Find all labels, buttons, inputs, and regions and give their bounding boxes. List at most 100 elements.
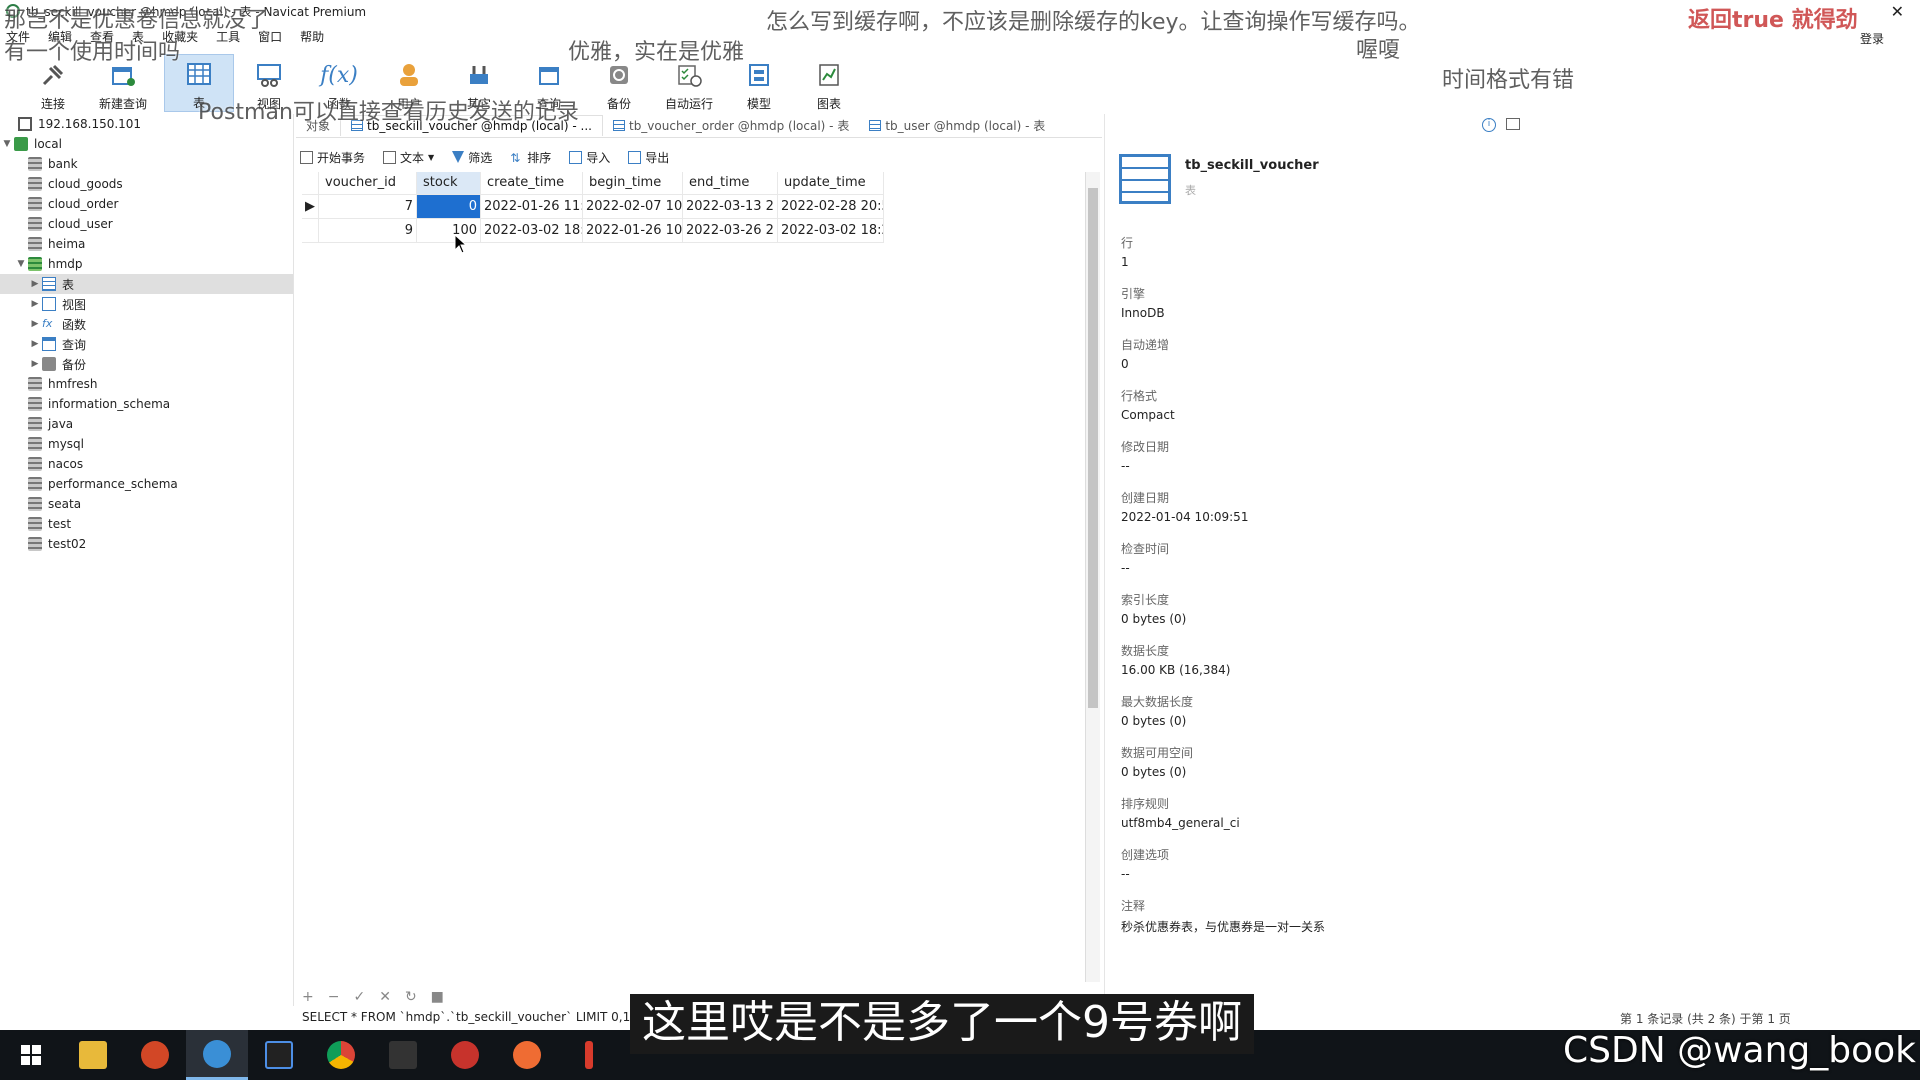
tree-hmdp-backups[interactable]: ▶ 备份 <box>0 354 293 374</box>
taskbar-postman[interactable] <box>496 1030 558 1080</box>
chevron-right-icon[interactable]: ▶ <box>28 359 42 369</box>
info-property-key: 索引长度 <box>1121 593 1170 607</box>
cell-create-time[interactable]: 2022-01-26 11: <box>480 194 583 219</box>
table-large-icon <box>1119 154 1171 204</box>
info-property-key: 引擎 <box>1121 287 1146 301</box>
info-icon[interactable]: i <box>1482 118 1496 132</box>
tree-local[interactable]: ▼ local <box>0 134 293 154</box>
tree-database[interactable]: seata <box>0 494 293 514</box>
taskbar-navicat[interactable] <box>186 1030 248 1080</box>
cell-stock[interactable]: 100 <box>416 218 481 243</box>
cell-end-time[interactable]: 2022-03-26 2 <box>682 218 778 243</box>
sort-button[interactable]: ⇅ 排序 <box>510 149 551 166</box>
tree-database[interactable]: cloud_order <box>0 194 293 214</box>
cell-end-time[interactable]: 2022-03-13 2 <box>682 194 778 219</box>
column-header[interactable]: stock <box>416 172 481 195</box>
cell-create-time[interactable]: 2022-03-02 18: <box>480 218 583 243</box>
text-button[interactable]: 文本 ▼ <box>383 149 434 166</box>
database-icon <box>28 217 42 231</box>
taskbar-file-explorer[interactable] <box>62 1030 124 1080</box>
export-button[interactable]: 导出 <box>628 149 669 166</box>
stop-icon[interactable]: ■ <box>431 989 444 1005</box>
tree-database[interactable]: test02 <box>0 534 293 554</box>
tree-database[interactable]: hmfresh <box>0 374 293 394</box>
filter-button[interactable]: 筛选 <box>452 149 492 166</box>
column-header[interactable]: begin_time <box>582 172 683 195</box>
video-subtitle: 这里哎是不是多了一个9号券啊 <box>630 994 1254 1054</box>
tree-db-hmdp[interactable]: ▼ hmdp <box>0 254 293 274</box>
tree-hmdp-tables[interactable]: ▶ 表 <box>0 274 293 294</box>
tab-user[interactable]: tb_user @hmdp (local) - 表 <box>859 114 1055 137</box>
info-property-key: 排序规则 <box>1121 797 1170 811</box>
table-row[interactable]: 9 100 2022-03-02 18: 2022-01-26 10 2022-… <box>302 218 884 243</box>
refresh-icon[interactable]: ↻ <box>405 989 417 1005</box>
tree-hmdp-functions[interactable]: ▶ fx 函数 <box>0 314 293 334</box>
chevron-right-icon[interactable]: ▶ <box>28 299 42 309</box>
cell-begin-time[interactable]: 2022-02-07 10 <box>582 194 683 219</box>
taskbar-powerpoint[interactable] <box>124 1030 186 1080</box>
column-header[interactable]: end_time <box>682 172 778 195</box>
delete-row-icon[interactable]: − <box>328 989 340 1005</box>
close-icon[interactable]: ✕ <box>1891 2 1904 21</box>
tab-voucher-order[interactable]: tb_voucher_order @hmdp (local) - 表 <box>603 114 859 137</box>
tree-database[interactable]: java <box>0 414 293 434</box>
row-marker-header <box>302 172 319 195</box>
tree-database[interactable]: information_schema <box>0 394 293 414</box>
info-property: 修改日期 -- <box>1121 438 1169 473</box>
taskbar-terminal[interactable] <box>372 1030 434 1080</box>
taskbar-redis[interactable] <box>434 1030 496 1080</box>
chart-button[interactable]: 图表 <box>794 54 864 112</box>
chevron-down-icon[interactable]: ▼ <box>0 139 14 149</box>
info-property: 行格式 Compact <box>1121 387 1175 422</box>
add-row-icon[interactable]: + <box>302 989 314 1005</box>
cell-begin-time[interactable]: 2022-01-26 10 <box>582 218 683 243</box>
tree-hmdp-views[interactable]: ▶ 视图 <box>0 294 293 314</box>
import-button[interactable]: 导入 <box>569 149 610 166</box>
database-label: java <box>48 417 74 431</box>
discard-icon[interactable]: ✕ <box>379 989 391 1005</box>
apply-icon[interactable]: ✓ <box>353 989 365 1005</box>
scrollbar-thumb[interactable] <box>1088 188 1098 708</box>
info-property: 创建日期 2022-01-04 10:09:51 <box>1121 489 1248 524</box>
chevron-right-icon[interactable]: ▶ <box>28 279 42 289</box>
tools-icon <box>465 61 493 89</box>
tree-database[interactable]: nacos <box>0 454 293 474</box>
info-property: 检查时间 -- <box>1121 540 1169 575</box>
chevron-right-icon[interactable]: ▶ <box>28 319 42 329</box>
cell-voucher-id[interactable]: 9 <box>318 218 417 243</box>
chevron-right-icon[interactable]: ▶ <box>28 339 42 349</box>
begin-transaction-label: 开始事务 <box>317 150 366 165</box>
table-row[interactable]: ▶ 7 0 2022-01-26 11: 2022-02-07 10 2022-… <box>302 194 884 219</box>
cell-stock[interactable]: 0 <box>416 194 481 219</box>
tree-hmdp-queries[interactable]: ▶ 查询 <box>0 334 293 354</box>
tree-database[interactable]: test <box>0 514 293 534</box>
taskbar-intellij[interactable] <box>248 1030 310 1080</box>
column-header[interactable]: voucher_id <box>318 172 417 195</box>
windows-start-button[interactable] <box>0 1030 62 1080</box>
column-header[interactable]: update_time <box>777 172 884 195</box>
taskbar-chrome[interactable] <box>310 1030 372 1080</box>
header-row: voucher_id stock create_time begin_time … <box>302 172 884 195</box>
ddl-icon[interactable] <box>1506 118 1520 130</box>
database-label: bank <box>48 157 78 171</box>
tree-database[interactable]: performance_schema <box>0 474 293 494</box>
cell-update-time[interactable]: 2022-02-28 20:5 <box>777 194 884 219</box>
info-property-key: 创建日期 <box>1121 491 1170 505</box>
tree-database[interactable]: mysql <box>0 434 293 454</box>
cell-update-time[interactable]: 2022-03-02 18:2 <box>777 218 884 243</box>
grid-vertical-scrollbar[interactable] <box>1086 172 1100 982</box>
data-grid: voucher_id stock create_time begin_time … <box>302 172 1086 982</box>
tree-database[interactable]: cloud_goods <box>0 174 293 194</box>
cell-voucher-id[interactable]: 7 <box>318 194 417 219</box>
tree-database[interactable]: heima <box>0 234 293 254</box>
danmaku-comment: 有一个使用时间吗 <box>4 40 181 65</box>
login-link[interactable]: 登录 <box>1860 30 1884 47</box>
database-icon <box>28 537 42 551</box>
tree-database[interactable]: cloud_user <box>0 214 293 234</box>
taskbar-pen-app[interactable] <box>558 1030 620 1080</box>
menu-help[interactable]: 帮助 <box>294 26 336 46</box>
begin-transaction-button[interactable]: 开始事务 <box>300 149 365 166</box>
column-header[interactable]: create_time <box>480 172 583 195</box>
chevron-down-icon[interactable]: ▼ <box>14 259 28 269</box>
tree-database[interactable]: bank <box>0 154 293 174</box>
